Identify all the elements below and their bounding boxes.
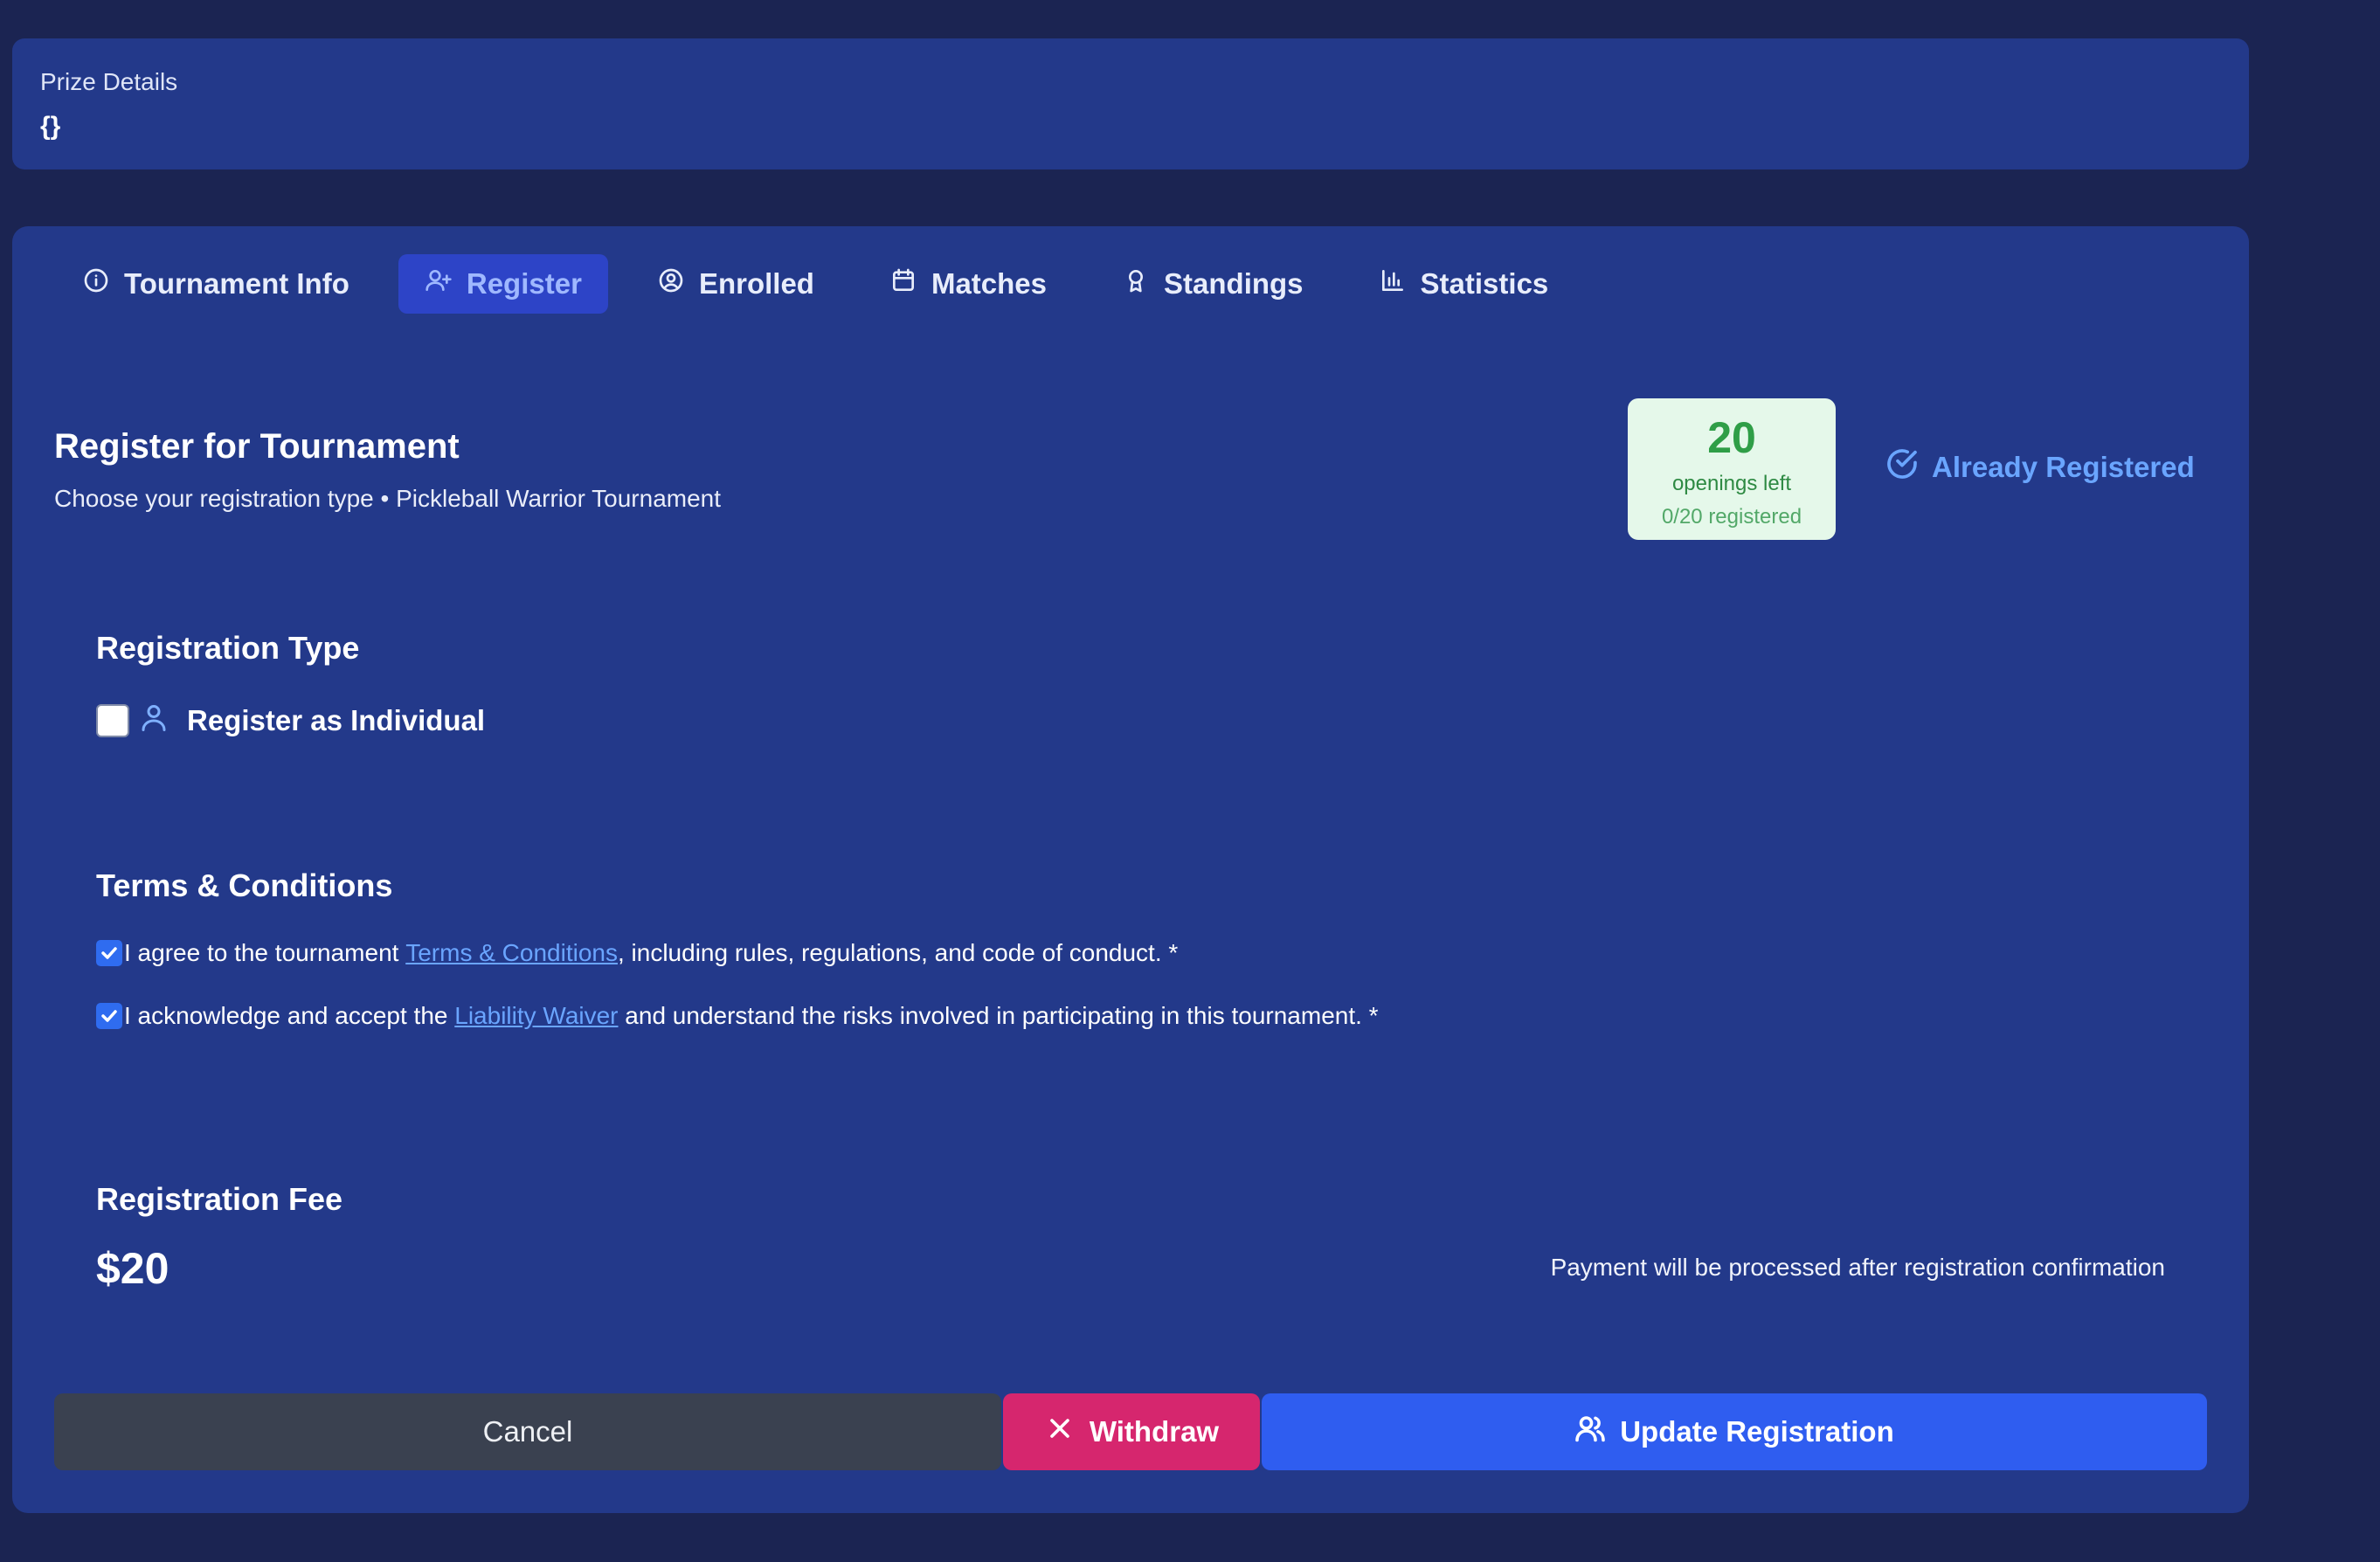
terms-heading: Terms & Conditions xyxy=(96,867,393,903)
update-registration-label: Update Registration xyxy=(1620,1415,1894,1448)
openings-count: 20 xyxy=(1707,413,1756,462)
page: Prize Details {} Tournament Info Registe… xyxy=(0,0,2380,1562)
users-icon xyxy=(1574,1413,1606,1451)
prize-details-card: Prize Details {} xyxy=(12,38,2249,169)
register-individual-option[interactable]: Register as Individual xyxy=(96,702,485,738)
register-individual-checkbox[interactable] xyxy=(96,703,129,737)
close-icon xyxy=(1044,1413,1076,1451)
tab-label: Enrolled xyxy=(698,267,814,300)
registration-status-label: Already Registered xyxy=(1932,451,2195,483)
terms-text-prefix: I agree to the tournament xyxy=(124,939,399,966)
openings-counter: 20 openings left 0/20 registered xyxy=(1628,398,1836,540)
tab-label: Statistics xyxy=(1420,267,1549,300)
tab-standings[interactable]: Standings xyxy=(1096,254,1330,314)
waiver-checkbox[interactable] xyxy=(96,1003,122,1029)
terms-text-suffix: , including rules, regulations, and code… xyxy=(617,939,1179,966)
waiver-agreement-row: I acknowledge and accept the Liability W… xyxy=(96,1002,1379,1030)
register-title: Register for Tournament xyxy=(54,427,460,466)
tournament-panel: Tournament Info Register Enrolled Matche… xyxy=(12,226,2249,1513)
update-registration-button[interactable]: Update Registration xyxy=(1262,1393,2207,1470)
tab-label: Tournament Info xyxy=(124,267,349,300)
user-circle-icon xyxy=(657,266,685,301)
waiver-text-prefix: I acknowledge and accept the xyxy=(124,1002,448,1029)
tab-tournament-info[interactable]: Tournament Info xyxy=(56,254,376,314)
tab-register[interactable]: Register xyxy=(398,254,608,314)
terms-checkbox[interactable] xyxy=(96,940,122,966)
info-icon xyxy=(82,266,110,301)
register-subtitle: Choose your registration type • Pickleba… xyxy=(54,485,722,512)
withdraw-button-label: Withdraw xyxy=(1089,1415,1220,1448)
tab-label: Register xyxy=(466,267,582,300)
waiver-text-suffix: and understand the risks involved in par… xyxy=(625,1002,1379,1029)
payment-note: Payment will be processed after registra… xyxy=(1550,1254,2165,1281)
calendar-icon xyxy=(889,266,917,301)
openings-label: openings left xyxy=(1671,472,1792,495)
tab-label: Standings xyxy=(1164,267,1304,300)
terms-agreement-row: I agree to the tournament Terms & Condit… xyxy=(96,939,1178,967)
check-circle-icon xyxy=(1885,446,1920,488)
bar-chart-icon xyxy=(1379,266,1407,301)
tab-statistics[interactable]: Statistics xyxy=(1353,254,1575,314)
registration-status: Already Registered xyxy=(1885,446,2195,488)
tab-enrolled[interactable]: Enrolled xyxy=(631,254,841,314)
registered-count: 0/20 registered xyxy=(1661,505,1802,529)
tab-matches[interactable]: Matches xyxy=(863,254,1073,314)
register-individual-label: Register as Individual xyxy=(187,703,486,736)
prize-details-value: {} xyxy=(40,112,61,141)
user-icon xyxy=(138,702,170,738)
withdraw-button[interactable]: Withdraw xyxy=(1003,1393,1260,1470)
tab-label: Matches xyxy=(931,267,1048,300)
prize-details-label: Prize Details xyxy=(40,68,178,95)
cancel-button-label: Cancel xyxy=(482,1415,573,1448)
award-icon xyxy=(1122,266,1150,301)
user-plus-icon xyxy=(425,266,453,301)
cancel-button[interactable]: Cancel xyxy=(54,1393,1001,1470)
liability-waiver-link[interactable]: Liability Waiver xyxy=(454,1002,618,1030)
registration-fee-amount: $20 xyxy=(96,1244,170,1293)
terms-conditions-link[interactable]: Terms & Conditions xyxy=(405,939,618,967)
tab-bar: Tournament Info Register Enrolled Matche… xyxy=(56,254,1574,314)
registration-type-heading: Registration Type xyxy=(96,630,360,666)
registration-fee-heading: Registration Fee xyxy=(96,1181,343,1217)
